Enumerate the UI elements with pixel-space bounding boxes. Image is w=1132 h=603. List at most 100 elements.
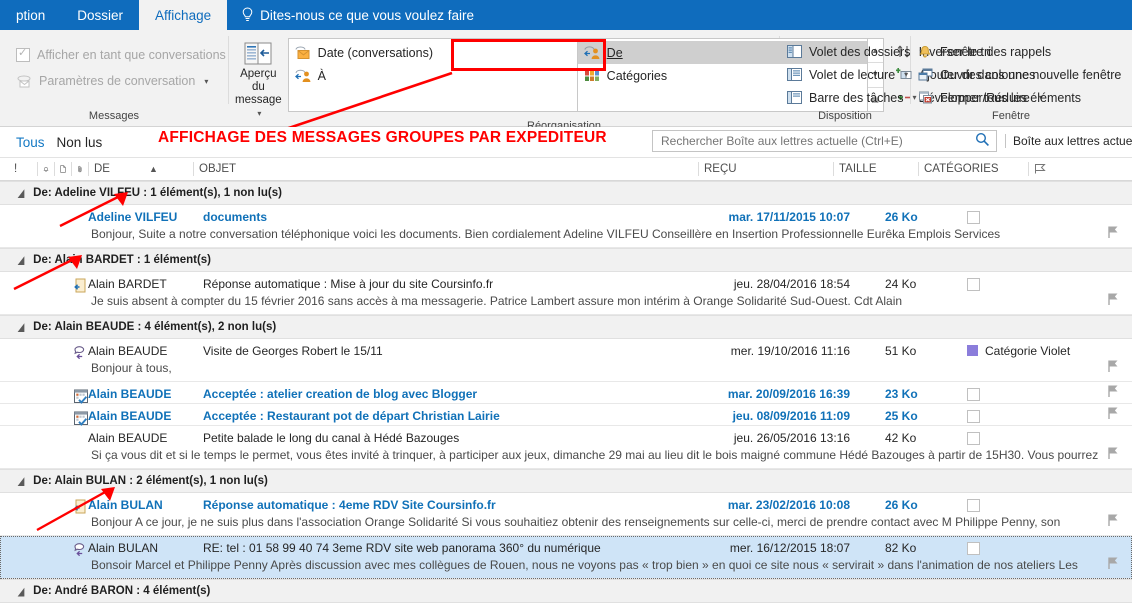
bell-icon <box>917 44 933 60</box>
collapse-triangle-icon[interactable]: ◢ <box>18 585 24 597</box>
reading-pane-button[interactable]: Volet de lecture ▾ <box>786 63 908 86</box>
group-header-label: De: Adeline VILFEU : 1 élément(s), 1 non… <box>33 187 282 199</box>
message-size: 26 Ko <box>885 498 918 512</box>
message-sender: Alain BEAUDE <box>88 387 172 401</box>
column-item-type[interactable] <box>54 162 71 176</box>
search-input[interactable] <box>659 133 975 149</box>
message-received: mar. 20/09/2016 16:39 <box>727 387 850 401</box>
collapse-triangle-icon[interactable]: ◢ <box>18 187 24 199</box>
message-sender: Alain BEAUDE <box>88 409 172 423</box>
filter-unread-tab[interactable]: Non lus <box>57 135 103 150</box>
folder-pane-button[interactable]: Volet des dossiers ▾ <box>786 40 923 63</box>
filter-all-tab[interactable]: Tous <box>16 135 45 150</box>
flag-icon[interactable] <box>1107 292 1120 308</box>
message-received: mer. 19/10/2016 11:16 <box>730 344 850 358</box>
reading-pane-icon <box>786 67 802 83</box>
message-sender: Alain BULAN <box>88 498 163 512</box>
tab-dossier-label: Dossier <box>77 7 124 23</box>
message-size: 51 Ko <box>885 344 917 358</box>
flag-icon[interactable] <box>1107 446 1120 462</box>
tab-affichage[interactable]: Affichage <box>139 0 228 30</box>
reminders-window-button[interactable]: Fenêtre des rappels <box>917 40 1051 63</box>
message-row[interactable]: Alain BEAUDE Acceptée : Restaurant pot de… <box>0 404 1132 426</box>
checkbox-icon <box>16 46 30 62</box>
todo-bar-button[interactable]: Barre des tâches ▾ <box>786 86 917 109</box>
flag-icon[interactable] <box>1107 513 1120 529</box>
message-subject: Acceptée : atelier creation de blog avec… <box>203 387 478 401</box>
column-categories[interactable]: CATÉGORIES <box>918 162 1028 176</box>
flag-icon[interactable] <box>1107 556 1120 572</box>
message-row[interactable]: Alain BEAUDE Visite de Georges Robert le … <box>0 339 1132 382</box>
message-subject: RE: tel : 01 58 99 40 74 3eme RDV site w… <box>203 541 601 555</box>
group-header[interactable]: ◢ De: André BARON : 4 élément(s) <box>0 579 1132 603</box>
tell-me-box[interactable]: Dites-nous ce que vous voulez faire <box>227 0 474 30</box>
column-importance[interactable]: ! <box>0 162 37 176</box>
message-row[interactable]: Alain BEAUDE Petite balade le long du can… <box>0 426 1132 469</box>
column-flag[interactable] <box>1028 162 1058 176</box>
message-received: mar. 17/11/2015 10:07 <box>728 210 850 224</box>
column-received[interactable]: REÇU <box>698 162 833 176</box>
tab-affichage-label: Affichage <box>155 7 212 23</box>
category-label: Catégorie Violet <box>985 344 1071 358</box>
flag-icon[interactable] <box>1107 359 1120 375</box>
search-box[interactable] <box>652 130 997 152</box>
column-attachment[interactable] <box>71 162 88 176</box>
annotation-highlight-box <box>451 39 606 71</box>
chevron-down-icon: ▾ <box>257 109 262 118</box>
group-header[interactable]: ◢ De: Adeline VILFEU : 1 élément(s), 1 no… <box>0 181 1132 205</box>
group-header-label: De: André BARON : 4 élément(s) <box>33 585 211 597</box>
message-received: mar. 23/02/2016 10:08 <box>727 498 850 512</box>
open-new-window-button[interactable]: Ouvrir dans une nouvelle fenêtre <box>917 63 1121 86</box>
tell-me-label: Dites-nous ce que vous voulez faire <box>260 7 474 23</box>
chevron-down-icon: ▾ <box>204 76 209 86</box>
tab-dossier[interactable]: Dossier <box>61 0 139 30</box>
filter-tabs: Tous Non lus <box>0 135 102 150</box>
ribbon-tab-bar: ption Dossier Affichage Dites-nous ce qu… <box>0 0 1132 30</box>
flag-icon[interactable] <box>1107 406 1120 422</box>
search-scope[interactable]: Boîte aux lettres actuel <box>1005 130 1132 152</box>
message-preview-button[interactable]: Aperçu du message ▾ <box>235 38 282 120</box>
ribbon-group-messages: Afficher en tant que conversations Param… <box>0 30 228 126</box>
close-all-items-button[interactable]: Fermer tous les éléments <box>917 86 1081 109</box>
conversation-settings-button[interactable]: Paramètres de conversation ▾ <box>6 68 208 94</box>
message-row[interactable]: Adeline VILFEU documents mar. 17/11/2015 1… <box>0 205 1132 248</box>
message-list[interactable]: ◢ De: Adeline VILFEU : 1 élément(s), 1 no… <box>0 181 1132 603</box>
category-empty-box[interactable] <box>967 278 980 291</box>
category-empty-box[interactable] <box>967 211 980 224</box>
group-header[interactable]: ◢ De: Alain BULAN : 2 élément(s), 1 non l… <box>0 469 1132 493</box>
search-icon[interactable] <box>975 132 990 150</box>
message-preview-text: Bonjour, Suite a notre conversation télé… <box>91 227 1001 241</box>
column-subject[interactable]: OBJET <box>193 162 698 176</box>
message-received: jeu. 28/04/2016 18:54 <box>733 277 850 291</box>
message-row[interactable]: Alain BULAN RE: tel : 01 58 99 40 74 3eme… <box>0 536 1132 579</box>
category-empty-box[interactable] <box>967 388 980 401</box>
message-size: 25 Ko <box>885 409 918 423</box>
message-received: jeu. 08/09/2016 11:09 <box>732 409 850 423</box>
tab-reception[interactable]: ption <box>0 0 61 30</box>
column-reminder[interactable] <box>37 162 54 176</box>
message-row[interactable]: Alain BARDET Réponse automatique : Mise à… <box>0 272 1132 315</box>
group-header[interactable]: ◢ De: Alain BEAUDE : 4 élément(s), 2 non … <box>0 315 1132 339</box>
message-row[interactable]: Alain BULAN Réponse automatique : 4eme RD… <box>0 493 1132 536</box>
collapse-triangle-icon[interactable]: ◢ <box>18 475 24 487</box>
collapse-triangle-icon[interactable]: ◢ <box>18 254 24 266</box>
close-all-items-label: Fermer tous les éléments <box>940 90 1082 105</box>
flag-icon[interactable] <box>1107 384 1120 400</box>
message-preview-text: Si ça vous dit et si le temps le permet,… <box>91 448 1099 462</box>
collapse-triangle-icon[interactable]: ◢ <box>18 321 24 333</box>
category-empty-box[interactable] <box>967 499 980 512</box>
mail-date-icon <box>295 45 311 61</box>
messages-group-label: Messages <box>88 110 140 122</box>
category-empty-box[interactable] <box>967 542 980 555</box>
column-size[interactable]: TAILLE <box>833 162 918 176</box>
ribbon-group-window: Fenêtre des rappels Ouvrir dans une nouv… <box>911 30 1121 126</box>
group-header[interactable]: ◢ De: Alain BARDET : 1 élément(s) <box>0 248 1132 272</box>
flag-icon[interactable] <box>1107 225 1120 241</box>
message-size: 42 Ko <box>885 431 917 445</box>
new-window-icon <box>917 67 933 83</box>
message-row[interactable]: Alain BEAUDE Acceptée : atelier creation … <box>0 382 1132 404</box>
show-as-conversations-checkbox[interactable]: Afficher en tant que conversations <box>6 42 226 68</box>
category-empty-box[interactable] <box>967 432 980 445</box>
category-empty-box[interactable] <box>967 410 980 423</box>
column-from[interactable]: DE ▲ <box>88 162 193 176</box>
